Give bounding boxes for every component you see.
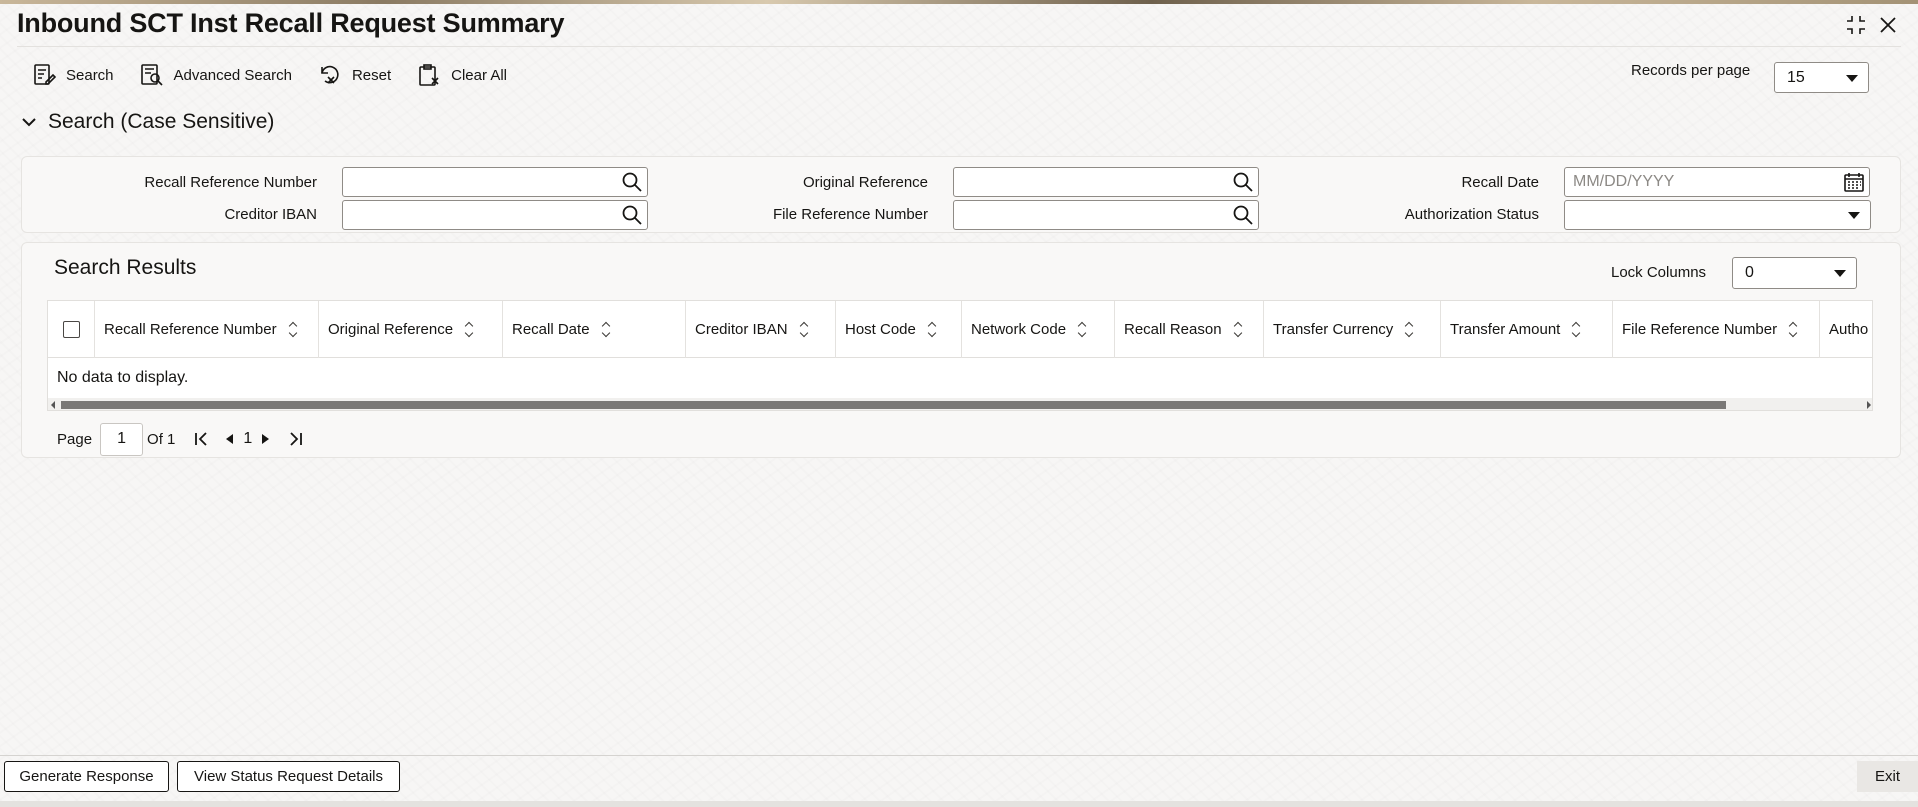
column-header-creditor-iban[interactable]: Creditor IBAN (686, 301, 836, 358)
sort-icon[interactable] (1789, 322, 1799, 338)
column-header-recall-date[interactable]: Recall Date (503, 301, 686, 358)
creditor-iban-input[interactable] (342, 200, 648, 230)
column-header-original-reference[interactable]: Original Reference (319, 301, 503, 358)
scroll-right-icon[interactable] (1867, 401, 1871, 409)
original-reference-input[interactable] (953, 167, 1259, 197)
previous-page-icon[interactable] (221, 430, 239, 448)
empty-table-message: No data to display. (57, 369, 189, 386)
search-icon[interactable] (1232, 171, 1254, 193)
chevron-down-icon (1846, 74, 1858, 82)
chevron-down-icon (1834, 270, 1846, 277)
search-section-toggle[interactable]: Search (Case Sensitive) (20, 110, 274, 134)
records-per-page-value: 15 (1787, 68, 1805, 86)
advanced-search-button[interactable]: Advanced Search (140, 63, 292, 87)
search-icon[interactable] (621, 171, 643, 193)
calendar-icon[interactable] (1843, 171, 1865, 193)
footer-divider (0, 755, 1918, 756)
column-header-host-code[interactable]: Host Code (836, 301, 962, 358)
lock-columns-select[interactable]: 0 (1732, 257, 1857, 289)
bottom-strip (0, 801, 1918, 807)
search-button-label: Search (66, 66, 114, 84)
close-icon[interactable] (1875, 12, 1901, 38)
recall-reference-number-input[interactable] (342, 167, 648, 197)
title-divider (17, 46, 1901, 47)
page-number-input[interactable]: 1 (100, 422, 144, 456)
advanced-search-icon (140, 64, 163, 86)
search-results-title: Search Results (54, 256, 197, 279)
current-page-link[interactable]: 1 (243, 430, 252, 448)
authorization-status-label: Authorization Status (1404, 206, 1539, 223)
original-reference-label: Original Reference (802, 174, 928, 191)
column-header-authorization[interactable]: Autho (1820, 301, 1872, 358)
scrollbar-thumb[interactable] (61, 401, 1726, 409)
sort-icon[interactable] (1234, 322, 1244, 338)
page-count-label: Of 1 (147, 430, 176, 448)
table-header: Recall Reference Number Original Referen… (48, 301, 1872, 358)
toolbar: Search Advanced Search Reset Clear All (32, 60, 533, 90)
chevron-down-icon (1848, 212, 1860, 219)
page-label: Page (57, 430, 93, 448)
pagination: Page 1 Of 1 1 (57, 422, 304, 456)
select-all-checkbox[interactable] (63, 321, 80, 338)
generate-response-button[interactable]: Generate Response (4, 761, 169, 792)
creditor-iban-label: Creditor IBAN (224, 206, 317, 223)
recall-reference-number-label: Recall Reference Number (144, 174, 317, 191)
records-per-page-label: Records per page (1631, 62, 1751, 79)
horizontal-scrollbar[interactable] (48, 398, 1872, 410)
sort-icon[interactable] (1405, 322, 1415, 338)
column-header-transfer-currency[interactable]: Transfer Currency (1264, 301, 1441, 358)
chevron-down-icon (22, 118, 36, 127)
sort-icon[interactable] (602, 322, 612, 338)
scroll-left-icon[interactable] (51, 401, 55, 409)
lock-columns-label: Lock Columns (1611, 264, 1707, 281)
maximize-icon[interactable] (1843, 12, 1869, 38)
last-page-icon[interactable] (286, 430, 304, 448)
sort-icon[interactable] (928, 322, 938, 338)
results-table: Recall Reference Number Original Referen… (47, 300, 1873, 411)
column-header-network-code[interactable]: Network Code (962, 301, 1115, 358)
recall-date-label: Recall Date (1461, 174, 1539, 191)
next-page-icon[interactable] (256, 430, 274, 448)
search-icon[interactable] (621, 204, 643, 226)
recall-date-input[interactable]: MM/DD/YYYY (1564, 167, 1870, 197)
search-icon[interactable] (1232, 204, 1254, 226)
sort-icon[interactable] (800, 322, 810, 338)
advanced-search-button-label: Advanced Search (173, 66, 292, 84)
page-title: Inbound SCT Inst Recall Request Summary (17, 8, 565, 38)
clipboard-clear-icon (419, 64, 439, 86)
search-button[interactable]: Search (32, 63, 114, 87)
search-doc-icon (34, 64, 56, 85)
search-section-title: Search (Case Sensitive) (48, 110, 275, 133)
lock-columns-value: 0 (1745, 264, 1754, 281)
column-header-file-reference-number[interactable]: File Reference Number (1613, 301, 1820, 358)
view-status-request-details-button[interactable]: View Status Request Details (177, 761, 400, 792)
sort-icon[interactable] (289, 322, 299, 338)
reset-icon (321, 65, 339, 84)
select-all-cell (48, 301, 95, 358)
first-page-icon[interactable] (193, 430, 211, 448)
sort-icon[interactable] (1078, 322, 1088, 338)
column-header-recall-reference-number[interactable]: Recall Reference Number (95, 301, 319, 358)
column-header-recall-reason[interactable]: Recall Reason (1115, 301, 1264, 358)
column-header-transfer-amount[interactable]: Transfer Amount (1441, 301, 1613, 358)
sort-icon[interactable] (1572, 322, 1582, 338)
file-reference-number-label: File Reference Number (772, 206, 928, 223)
clear-all-button[interactable]: Clear All (417, 63, 507, 87)
sort-icon[interactable] (465, 322, 475, 338)
exit-button[interactable]: Exit (1857, 761, 1918, 792)
reset-button[interactable]: Reset (318, 63, 391, 87)
authorization-status-select[interactable] (1564, 200, 1871, 230)
reset-button-label: Reset (351, 66, 392, 84)
clear-all-button-label: Clear All (451, 66, 507, 84)
file-reference-number-input[interactable] (953, 200, 1259, 230)
records-per-page-select[interactable]: 15 (1774, 62, 1869, 93)
